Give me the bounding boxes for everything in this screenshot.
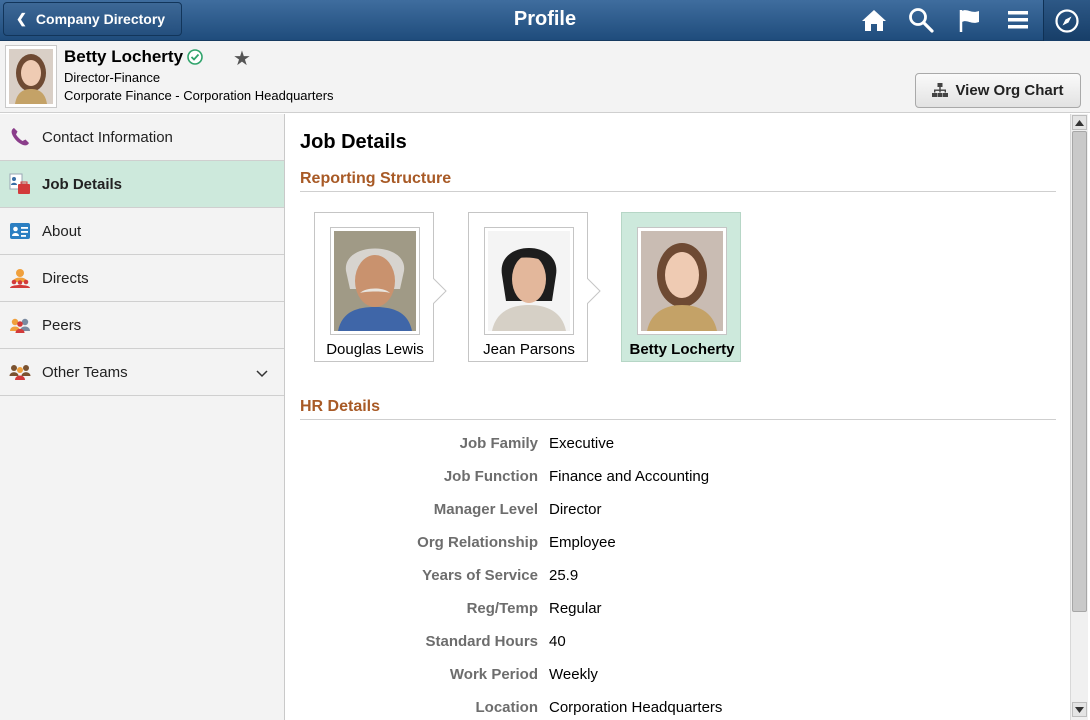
directs-icon [8,266,32,290]
sidebar-item-label: About [42,222,82,240]
employee-photo [637,227,727,335]
sidebar-item-label: Other Teams [42,363,128,381]
content-title: Job Details [300,131,407,153]
hr-row-location: Location Corporation Headquarters [286,699,1066,719]
favorite-star-icon[interactable]: ★ [233,46,251,71]
profile-department: Corporate Finance - Corporation Headquar… [64,88,334,103]
side-menu: Contact Information Job Details About Di… [0,114,285,720]
sidebar-item-peers[interactable]: Peers [0,302,284,349]
hr-value: Finance and Accounting [549,468,710,485]
hr-row-org-relationship: Org Relationship Employee [286,534,1066,554]
reporting-name: Betty Locherty [629,341,735,358]
sidebar-item-label: Job Details [42,175,123,193]
view-org-chart-label: View Org Chart [955,82,1064,99]
hr-value: Corporation Headquarters [549,699,723,716]
hr-label: Work Period [449,666,538,683]
hr-details-title: HR Details [300,398,1056,420]
sidebar-item-about[interactable]: About [0,208,284,255]
chevron-right-icon [433,278,447,304]
compass-icon [1055,8,1079,33]
triangle-down-icon [1075,706,1084,713]
reporting-card-douglas-lewis[interactable]: Douglas Lewis [314,212,434,362]
hr-row-work-period: Work Period Weekly [286,666,1066,686]
hr-label: Job Family [459,435,538,452]
reporting-card-betty-locherty[interactable]: Betty Locherty [621,212,741,362]
manager-photo [330,227,420,335]
reporting-name: Douglas Lewis [326,341,424,358]
hr-row-manager-level: Manager Level Director [286,501,1066,521]
search-icon[interactable] [907,7,935,33]
profile-name: Betty Locherty [64,47,203,67]
reporting-name: Jean Parsons [483,341,575,358]
scroll-down-button[interactable] [1072,702,1087,717]
reporting-card-jean-parsons[interactable]: Jean Parsons [468,212,588,362]
job-details-icon [8,172,32,196]
hr-label: Standard Hours [425,633,538,650]
profile-job-title: Director-Finance [64,70,161,85]
hr-label: Org Relationship [417,534,538,551]
hr-value: 40 [549,633,566,650]
hr-label: Years of Service [422,567,538,584]
top-banner: ❮ Company Directory Profile [0,0,1090,41]
scroll-thumb[interactable] [1072,131,1087,612]
navbar-compass-button[interactable] [1043,0,1090,41]
flag-icon[interactable] [956,7,984,33]
hr-row-years-of-service: Years of Service 25.9 [286,567,1066,587]
hr-row-job-family: Job Family Executive [286,435,1066,455]
sidebar-item-job-details[interactable]: Job Details [0,161,284,208]
vertical-scrollbar[interactable] [1070,114,1088,720]
hr-value: 25.9 [549,567,579,584]
scroll-up-button[interactable] [1072,115,1087,130]
job-details-panel: Job Details Reporting Structure Douglas … [286,114,1070,720]
org-chart-icon [932,83,949,97]
sidebar-item-contact-information[interactable]: Contact Information [0,114,284,161]
hr-row-standard-hours: Standard Hours 40 [286,633,1066,653]
hr-row-job-function: Job Function Finance and Accounting [286,468,1066,488]
phone-icon [8,125,32,149]
status-ok-icon [187,49,203,65]
home-icon[interactable] [860,7,888,33]
reporting-structure-title: Reporting Structure [300,170,1056,192]
hr-value: Regular [549,600,602,617]
view-org-chart-button[interactable]: View Org Chart [915,73,1081,108]
menu-icon[interactable] [1004,7,1032,33]
hr-value: Employee [549,534,616,551]
hr-label: Manager Level [433,501,538,518]
sidebar-item-other-teams[interactable]: Other Teams [0,349,284,396]
profile-header: Betty Locherty ★ Director-Finance Corpor… [0,41,1090,113]
manager-photo [484,227,574,335]
hr-value: Weekly [549,666,598,683]
hr-row-reg-temp: Reg/Temp Regular [286,600,1066,620]
team-icon [8,360,32,384]
hr-value: Executive [549,435,615,452]
triangle-up-icon [1075,119,1084,126]
profile-name-text: Betty Locherty [64,47,184,66]
chevron-right-icon [587,278,601,304]
hr-label: Job Function [443,468,538,485]
id-card-icon [8,219,32,243]
sidebar-item-label: Peers [42,316,82,334]
sidebar-item-label: Contact Information [42,128,173,146]
sidebar-item-directs[interactable]: Directs [0,255,284,302]
chevron-down-icon[interactable] [256,365,268,382]
avatar [5,45,57,108]
hr-label: Reg/Temp [466,600,538,617]
peers-icon [8,313,32,337]
hr-label: Location [475,699,539,716]
sidebar-item-label: Directs [42,269,89,287]
hr-value: Director [549,501,602,518]
